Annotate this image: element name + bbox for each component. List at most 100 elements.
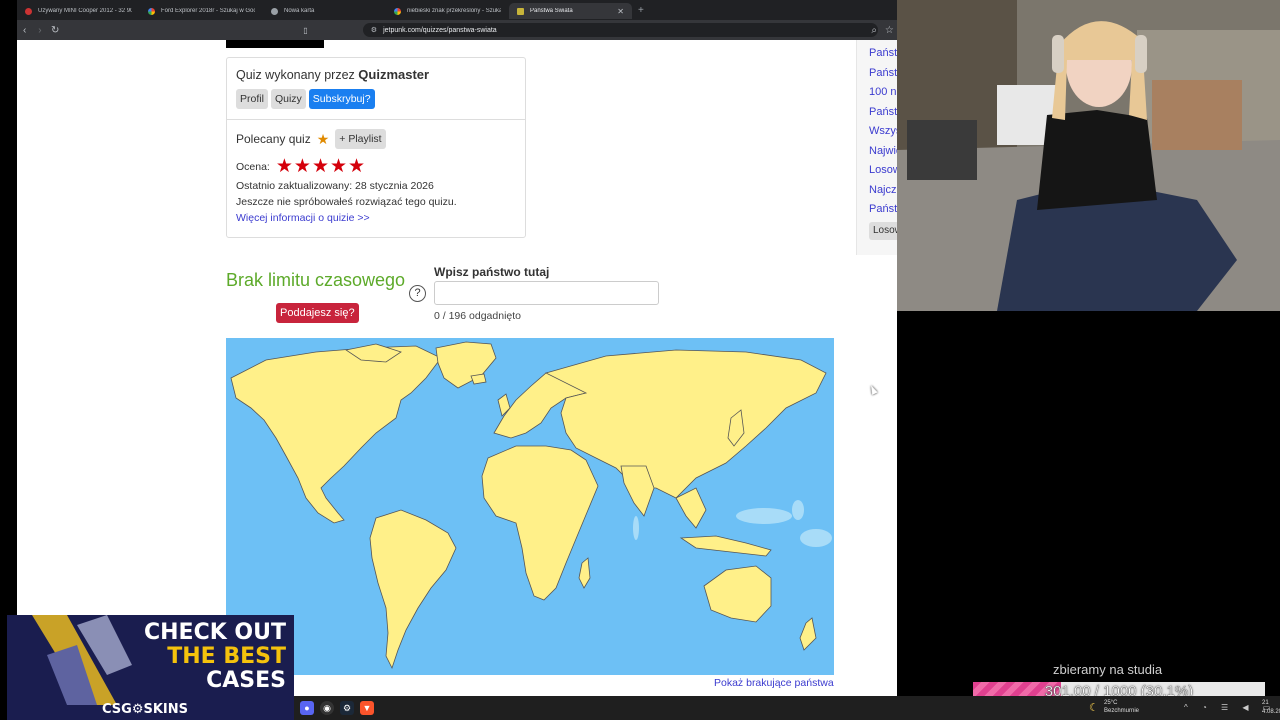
clock[interactable]: 21 4.08.20: [1262, 699, 1280, 717]
give-up-button[interactable]: Poddajesz się?: [276, 303, 359, 323]
rating-stars[interactable]: ★ ★ ★ ★ ★: [276, 157, 365, 176]
tab-title: Używany MINI Cooper 2012 - 32 900: [38, 8, 132, 14]
back-arrow-icon[interactable]: ‹: [17, 25, 32, 36]
ad-line: CASES: [206, 668, 286, 693]
close-tab-icon[interactable]: ✕: [617, 7, 624, 16]
rating-star-icon[interactable]: ★: [312, 157, 329, 176]
steam-icon[interactable]: ⚙: [340, 701, 354, 715]
new-zealand: [799, 617, 817, 651]
tab-title: Nowa karta: [284, 8, 315, 14]
tab-title: Ford Explorer 2018r - Szukaj w Google: [161, 8, 255, 14]
zoom-icon[interactable]: ⌕: [867, 25, 882, 36]
ad-line: CHECK OUT: [143, 620, 286, 645]
rating-star-icon[interactable]: ★: [348, 157, 365, 176]
weather-temp: 25°C: [1104, 700, 1118, 706]
not-tried-text: Jeszcze nie spróbowałeś rozwiązać tego q…: [236, 196, 457, 208]
tab-title: niebieski znak przekreślony - Szukaj w: [407, 8, 501, 14]
more-info-link[interactable]: Więcej informacji o quizie >>: [236, 212, 516, 224]
help-icon[interactable]: ?: [409, 285, 426, 302]
sidebar-link[interactable]: Państw: [869, 103, 897, 123]
sidebar-link[interactable]: Państw: [869, 44, 897, 64]
reload-icon[interactable]: ↻: [48, 25, 63, 36]
ad-brand: CSG⚙SKINS: [102, 702, 188, 717]
sidebar-random-button[interactable]: Losow: [869, 221, 897, 240]
subscribe-button[interactable]: Subskrybuj?: [308, 89, 375, 109]
india: [620, 465, 655, 517]
sidebar-link[interactable]: Najcze: [869, 181, 897, 201]
quiz-image: [226, 40, 324, 48]
browser-tab[interactable]: Nowa karta: [263, 3, 386, 19]
quiz-author-line: Quiz wykonany przez Quizmaster: [236, 67, 516, 82]
author-name[interactable]: Quizmaster: [358, 67, 429, 82]
screen: Używany MINI Cooper 2012 - 32 900 Ford E…: [0, 0, 1280, 720]
rating-star-icon[interactable]: ★: [294, 157, 311, 176]
rating-label: Ocena:: [236, 161, 270, 173]
world-map-svg: [230, 341, 832, 670]
obs-icon[interactable]: ◉: [320, 701, 334, 715]
google-icon: [394, 7, 401, 15]
webcam-overlay: [897, 0, 1280, 311]
discord-icon[interactable]: ●: [300, 701, 314, 715]
tab-title: Państwa Świata: [530, 8, 573, 14]
mouse-cursor-icon: [868, 384, 878, 395]
world-map[interactable]: [226, 338, 834, 675]
australia: [703, 565, 772, 623]
playlist-button[interactable]: + Playlist: [335, 129, 386, 149]
sidebar-link[interactable]: Państw: [869, 64, 897, 84]
ocean-region: [792, 500, 804, 520]
sidebar-link[interactable]: 100 na: [869, 83, 897, 103]
address-bar[interactable]: ⚙ jetpunk.com/quizzes/panstwa-swiata: [362, 23, 879, 37]
new-tab-button[interactable]: +: [632, 5, 644, 16]
ad-line: THE BEST: [167, 644, 286, 669]
greenland: [435, 341, 497, 389]
madagascar: [578, 557, 591, 589]
clock-time: 21: [1262, 700, 1269, 706]
browser-tab-bar: Używany MINI Cooper 2012 - 32 900 Ford E…: [17, 0, 897, 20]
ad-knife-graphic: [32, 615, 132, 705]
related-quizzes-sidebar: Państw Państw 100 na Państw Wszys Najwie…: [856, 40, 897, 255]
sidebar-link[interactable]: Państw: [869, 200, 897, 220]
web-page: Quiz wykonany przez Quizmaster Profil Qu…: [17, 40, 897, 696]
taskbar: ● ◉ ⚙ ▼ ☾ 25°C Bezchmurnie ^ ◔ ☰ ◀ ▭ 21 …: [294, 696, 1280, 720]
sidebar-link[interactable]: Wszys: [869, 122, 897, 142]
timer-label: Brak limitu czasowego: [226, 270, 406, 290]
rating-star-icon[interactable]: ★: [276, 157, 293, 176]
bookmark-icon[interactable]: ▯: [303, 26, 318, 35]
browser-tab[interactable]: Używany MINI Cooper 2012 - 32 900: [17, 3, 140, 19]
browser-tab[interactable]: Ford Explorer 2018r - Szukaj w Google: [140, 3, 263, 19]
recommended-star-icon: ★: [316, 130, 330, 147]
sponsor-ad[interactable]: CHECK OUT THE BEST CASES CSG⚙SKINS: [7, 615, 294, 720]
last-updated: Ostatnio zaktualizowany: 28 stycznia 202…: [236, 180, 434, 192]
webcam-scene: [897, 0, 1280, 311]
ocean-region: [800, 529, 832, 547]
car-site-icon: [25, 7, 32, 15]
site-info-icon[interactable]: ⚙: [371, 26, 377, 34]
browser-tab[interactable]: niebieski znak przekreślony - Szukaj w: [386, 3, 509, 19]
browser-tab-active[interactable]: Państwa Świata ✕: [509, 3, 632, 19]
url-text: jetpunk.com/quizzes/panstwa-swiata: [383, 26, 497, 34]
show-missing-link[interactable]: Pokaż brakujące państwa: [714, 677, 834, 689]
rating-star-icon[interactable]: ★: [330, 157, 347, 176]
forward-arrow-icon[interactable]: ›: [32, 25, 47, 36]
clock-date: 4.08.20: [1262, 709, 1280, 715]
indonesia: [679, 535, 772, 557]
ocean-region: [633, 516, 639, 540]
south-america: [369, 509, 457, 670]
weather-widget[interactable]: 25°C Bezchmurnie: [1104, 699, 1139, 715]
answer-input[interactable]: [434, 281, 659, 305]
sidebar-link[interactable]: Losow: [869, 161, 897, 181]
iceland: [470, 373, 487, 385]
browser-toolbar: ‹ › ↻ ⚙ jetpunk.com/quizzes/panstwa-swia…: [17, 20, 897, 40]
quizzes-button[interactable]: Quizy: [270, 89, 306, 109]
progress-counter: 0 / 196 odgadnięto: [434, 310, 521, 322]
recommended-label: Polecany quiz: [236, 132, 311, 146]
donation-goal-title: zbieramy na studia: [1053, 662, 1163, 677]
sidebar-link[interactable]: Najwie: [869, 142, 897, 162]
brave-icon[interactable]: ▼: [360, 701, 374, 715]
weather-moon-icon: ☾: [1089, 702, 1099, 714]
weather-desc: Bezchmurnie: [1104, 708, 1140, 714]
profile-button[interactable]: Profil: [236, 89, 268, 109]
star-icon[interactable]: ☆: [882, 25, 897, 36]
jetpunk-icon: [517, 7, 524, 15]
google-icon: [148, 7, 155, 15]
